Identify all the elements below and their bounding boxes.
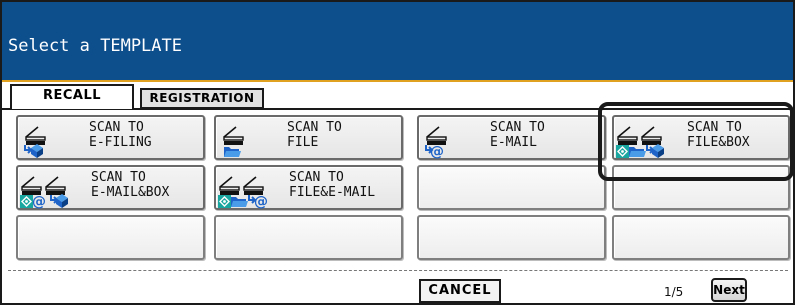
- empty-template-slot[interactable]: [417, 165, 606, 210]
- tab-registration[interactable]: REGISTRATION: [140, 88, 264, 109]
- scan-to-file-and-email-icon: @: [218, 171, 298, 210]
- template-button-e-mail[interactable]: @ SCAN TO E-MAIL: [417, 115, 606, 160]
- template-label-line2: FILE&E-MAIL: [289, 185, 376, 200]
- cancel-button[interactable]: CANCEL: [419, 279, 501, 303]
- svg-text:@: @: [430, 144, 444, 159]
- template-button-e-filing[interactable]: SCAN TO E-FILING: [16, 115, 205, 160]
- empty-template-slot[interactable]: [612, 165, 790, 210]
- empty-template-slot[interactable]: [16, 215, 205, 260]
- template-label-line2: E-MAIL: [490, 135, 537, 150]
- template-label-line1: SCAN TO: [687, 120, 742, 135]
- template-label-line1: SCAN TO: [287, 120, 342, 135]
- scan-to-email-icon: @: [421, 121, 501, 160]
- template-label-line2: FILE: [287, 135, 319, 150]
- template-label-line2: E-FILING: [89, 135, 152, 150]
- svg-text:@: @: [32, 194, 46, 209]
- template-label-line1: SCAN TO: [289, 170, 344, 185]
- scan-to-efiling-icon: [20, 121, 100, 159]
- scan-to-email-and-box-icon: @: [20, 171, 100, 210]
- empty-template-slot[interactable]: [612, 215, 790, 260]
- template-button-e-mail-box[interactable]: @ SCAN TO E-MAIL&BOX: [16, 165, 205, 210]
- template-label-line1: SCAN TO: [91, 170, 146, 185]
- template-label-line1: SCAN TO: [89, 120, 144, 135]
- template-button-file-e-mail[interactable]: @ SCAN TO FILE&E-MAIL: [214, 165, 403, 210]
- template-label-line2: FILE&BOX: [687, 135, 750, 150]
- scan-to-file-icon: [218, 121, 298, 159]
- template-button-file[interactable]: SCAN TO FILE: [214, 115, 403, 160]
- scan-to-file-and-box-icon: [616, 121, 696, 159]
- template-button-file-box[interactable]: SCAN TO FILE&BOX: [612, 115, 790, 160]
- template-label-line1: SCAN TO: [490, 120, 545, 135]
- empty-template-slot[interactable]: [214, 215, 403, 260]
- footer-separator: [8, 270, 788, 271]
- header-bar: Select a TEMPLATE: [2, 2, 793, 82]
- next-button[interactable]: Next: [711, 278, 747, 302]
- page-indicator: 1/5: [664, 285, 684, 299]
- page-title: Select a TEMPLATE: [8, 36, 182, 56]
- empty-template-slot[interactable]: [417, 215, 606, 260]
- touch-panel-screen: Select a TEMPLATE RECALL REGISTRATION SC…: [0, 0, 795, 305]
- svg-text:@: @: [254, 194, 268, 209]
- tab-recall[interactable]: RECALL: [10, 84, 134, 109]
- template-label-line2: E-MAIL&BOX: [91, 185, 170, 200]
